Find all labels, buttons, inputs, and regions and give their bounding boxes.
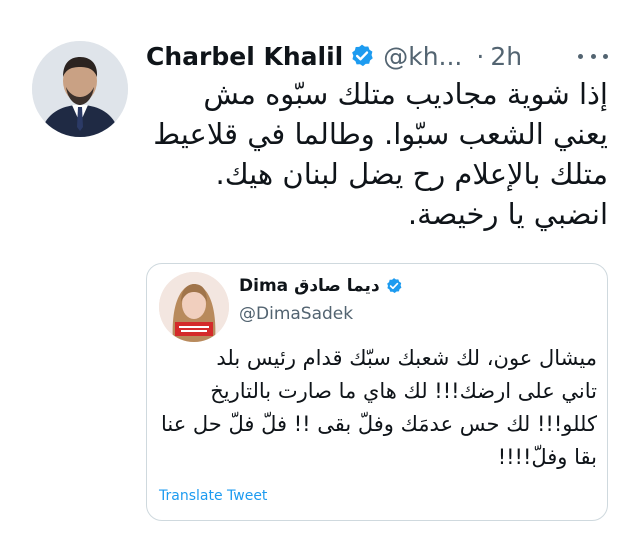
- verified-badge-icon: [385, 277, 403, 295]
- author-handle[interactable]: @kh...: [383, 42, 462, 71]
- quoted-tweet-text: ميشال عون، لك شعبك سبّك قدام رئيس بلد تا…: [157, 342, 597, 474]
- quoted-author-name-en[interactable]: Dima: [239, 276, 288, 296]
- author-avatar[interactable]: [32, 41, 128, 137]
- quoted-tweet-header: Dima ديما صادق: [239, 274, 403, 298]
- quoted-text-line: كللو!!! لك حس عدمَك وفلّ بقى !! فلّ فلّ …: [160, 412, 597, 436]
- author-name[interactable]: Charbel Khalil: [146, 42, 343, 71]
- tweet-text-line: متلك بالإعلام رح يضل لبنان هيك.: [215, 157, 608, 191]
- quoted-author-avatar[interactable]: [159, 272, 229, 342]
- quoted-tweet[interactable]: Dima ديما صادق @DimaSadek ميشال عون، لك …: [146, 263, 608, 521]
- quoted-text-line: بقا وفلّ!!!!: [497, 445, 597, 469]
- quoted-text-line: تاني على ارضك!!! لك هاي ما صارت بالتاريخ: [210, 379, 597, 403]
- tweet-header: Charbel Khalil @kh... · 2h: [146, 40, 522, 72]
- quoted-author-name-ar[interactable]: ديما صادق: [294, 276, 380, 296]
- verified-badge-icon: [349, 43, 375, 69]
- more-horizontal-icon[interactable]: [578, 44, 608, 68]
- quoted-text-line: ميشال عون، لك شعبك سبّك قدام رئيس بلد: [216, 346, 597, 370]
- quoted-author-handle[interactable]: @DimaSadek: [239, 304, 353, 324]
- tweet-text-line: يعني الشعب سبّوا. وطالما في قلاعيط: [153, 117, 608, 151]
- translate-tweet-link[interactable]: Translate Tweet: [159, 488, 267, 504]
- tweet-timestamp[interactable]: 2h: [490, 42, 522, 71]
- tweet-text-line: انضبي يا رخيصة.: [407, 197, 608, 231]
- separator-dot: ·: [476, 41, 485, 71]
- tweet-text-line: إذا شوية مجاديب متلك سبّوه مش: [203, 77, 608, 111]
- tweet-text: إذا شوية مجاديب متلك سبّوه مش يعني الشعب…: [146, 74, 608, 234]
